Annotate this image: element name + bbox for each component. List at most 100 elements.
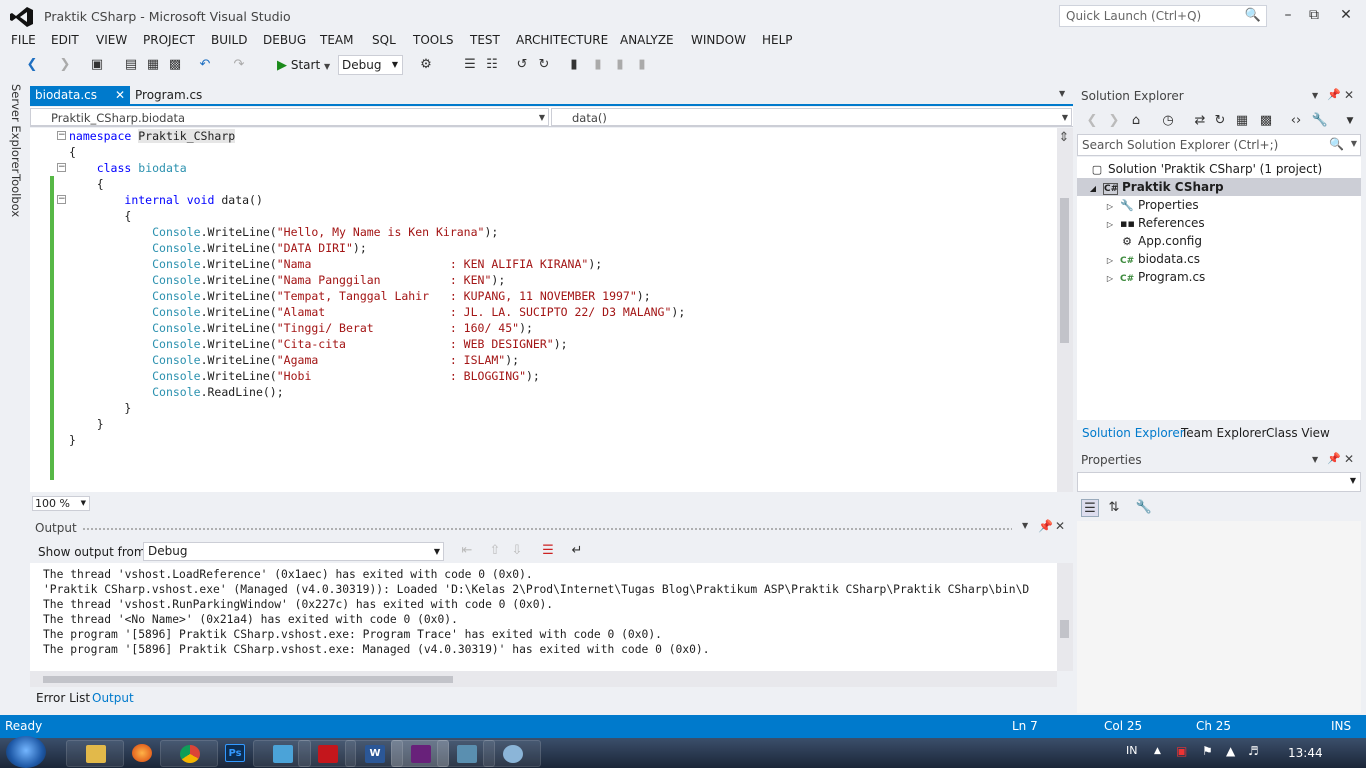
- tree-item-references[interactable]: ▷ ▪▪ References: [1104, 214, 1205, 232]
- member-dropdown[interactable]: data() ▼: [551, 108, 1072, 126]
- categorized-icon[interactable]: ☰: [1081, 499, 1099, 517]
- collapsed-triangle-icon[interactable]: ▷: [1104, 216, 1116, 234]
- align-icon[interactable]: ☰: [461, 56, 479, 74]
- taskbar-paint[interactable]: [483, 740, 541, 767]
- solution-explorer-search[interactable]: Search Solution Explorer (Ctrl+;) 🔍 ▼: [1077, 134, 1361, 156]
- format-icon[interactable]: ☷: [483, 56, 501, 74]
- split-editor-icon[interactable]: ⇕: [1057, 130, 1071, 145]
- editor-scroll-thumb[interactable]: [1060, 198, 1069, 343]
- redo-icon[interactable]: ↷: [230, 56, 248, 74]
- expanded-triangle-icon[interactable]: ◢: [1087, 180, 1099, 198]
- start-debugging-button[interactable]: ▶ Start ▼: [277, 55, 330, 75]
- save-icon[interactable]: ▦: [144, 56, 162, 74]
- tab-team-explorer[interactable]: Team Explorer: [1181, 426, 1267, 440]
- menu-view[interactable]: VIEW: [96, 33, 127, 47]
- tab-biodata-cs[interactable]: biodata.cs ✕: [30, 86, 130, 106]
- collapse-namespace-icon[interactable]: −: [57, 131, 66, 140]
- tab-program-cs[interactable]: Program.cs: [135, 86, 202, 105]
- close-icon[interactable]: ✕: [115, 86, 125, 105]
- undo-icon[interactable]: ↶: [196, 56, 214, 74]
- tree-item-program-cs[interactable]: ▷ C# Program.cs: [1104, 268, 1205, 286]
- menu-test[interactable]: TEST: [470, 33, 500, 47]
- menu-debug[interactable]: DEBUG: [263, 33, 306, 47]
- chevron-down-icon[interactable]: ▼: [1312, 91, 1318, 100]
- output-scroll-thumb[interactable]: [1060, 620, 1069, 638]
- show-hidden-icons-icon[interactable]: ▲: [1154, 746, 1161, 756]
- quick-launch-box[interactable]: Quick Launch (Ctrl+Q) 🔍: [1059, 5, 1267, 27]
- pin-icon[interactable]: 📌: [1327, 88, 1341, 101]
- signal-icon[interactable]: ▲: [1226, 744, 1235, 758]
- refresh-icon[interactable]: ↻: [1211, 112, 1229, 130]
- chevron-down-icon[interactable]: ▼: [1022, 521, 1028, 530]
- menu-build[interactable]: BUILD: [211, 33, 247, 47]
- panel-grip[interactable]: [82, 527, 1012, 531]
- close-icon[interactable]: ✕: [1344, 88, 1354, 102]
- save-all-icon[interactable]: ▩: [166, 56, 184, 74]
- collapse-all-icon[interactable]: ▦: [1233, 112, 1251, 130]
- step-icon[interactable]: ↺: [513, 56, 531, 74]
- collapsed-triangle-icon[interactable]: ▷: [1104, 270, 1116, 288]
- menu-tools[interactable]: TOOLS: [413, 33, 454, 47]
- history-icon[interactable]: ◷: [1159, 112, 1177, 130]
- menu-team[interactable]: TEAM: [320, 33, 353, 47]
- home-icon[interactable]: ⌂: [1127, 112, 1145, 130]
- word-wrap-icon[interactable]: ↵: [568, 542, 586, 560]
- close-icon[interactable]: ✕: [1344, 452, 1354, 466]
- next-bookmark-icon[interactable]: ▮: [611, 56, 629, 74]
- breakpoint-icon[interactable]: ↻: [535, 56, 553, 74]
- forward-icon[interactable]: ❯: [1105, 112, 1123, 130]
- find-message-icon[interactable]: ⇤: [458, 542, 476, 560]
- zoom-select[interactable]: 100 % ▼: [32, 496, 90, 511]
- toolbox-tab[interactable]: Toolbox: [9, 174, 23, 217]
- chevron-down-icon[interactable]: ▼: [1341, 112, 1359, 130]
- maximize-button[interactable]: ⧉: [1298, 4, 1330, 26]
- prev-bookmark-icon[interactable]: ▮: [589, 56, 607, 74]
- previous-message-icon[interactable]: ⇧: [486, 542, 504, 560]
- close-icon[interactable]: ✕: [1055, 519, 1065, 533]
- tab-output[interactable]: Output: [92, 691, 134, 705]
- output-source-select[interactable]: Debug ▼: [143, 542, 444, 561]
- output-horizontal-thumb[interactable]: [43, 676, 453, 683]
- tab-solution-explorer[interactable]: Solution Explorer: [1082, 426, 1185, 440]
- tree-item-solution[interactable]: ▢ Solution 'Praktik CSharp' (1 project): [1090, 160, 1322, 178]
- collapse-method-icon[interactable]: −: [57, 195, 66, 204]
- back-icon[interactable]: ❮: [1083, 112, 1101, 130]
- language-indicator[interactable]: IN: [1126, 744, 1137, 757]
- tab-error-list[interactable]: Error List: [36, 691, 90, 705]
- menu-window[interactable]: WINDOW: [691, 33, 746, 47]
- windows-start-icon[interactable]: [6, 736, 46, 768]
- clear-bookmarks-icon[interactable]: ▮: [633, 56, 651, 74]
- menu-edit[interactable]: EDIT: [51, 33, 79, 47]
- show-all-files-icon[interactable]: ▩: [1257, 112, 1275, 130]
- menu-analyze[interactable]: ANALYZE: [620, 33, 674, 47]
- next-message-icon[interactable]: ⇩: [508, 542, 526, 560]
- network-icon[interactable]: ▣: [1176, 744, 1187, 758]
- pin-icon[interactable]: 📌: [1038, 519, 1053, 533]
- properties-object-select[interactable]: ▼: [1077, 472, 1361, 492]
- collapse-class-icon[interactable]: −: [57, 163, 66, 172]
- clear-all-icon[interactable]: ☰: [539, 542, 557, 560]
- close-window-button[interactable]: ✕: [1330, 4, 1362, 26]
- attach-icon[interactable]: ⚙: [417, 56, 435, 74]
- sync-icon[interactable]: ⇄: [1191, 112, 1209, 130]
- menu-project[interactable]: PROJECT: [143, 33, 195, 47]
- menu-file[interactable]: FILE: [11, 33, 36, 47]
- forward-icon[interactable]: ❯: [56, 56, 74, 74]
- menu-help[interactable]: HELP: [762, 33, 793, 47]
- view-code-icon[interactable]: ‹›: [1287, 112, 1305, 130]
- tab-overflow-chevron-icon[interactable]: ▼: [1059, 89, 1065, 98]
- server-explorer-tab[interactable]: Server Explorer: [9, 84, 23, 173]
- tree-item-project[interactable]: ◢ C# Praktik CSharp: [1087, 178, 1224, 196]
- menu-architecture[interactable]: ARCHITECTURE: [516, 33, 608, 47]
- new-project-icon[interactable]: ▣: [88, 56, 106, 74]
- type-dropdown[interactable]: Praktik_CSharp.biodata ▼: [30, 108, 549, 126]
- tree-item-app-config[interactable]: ⚙ App.config: [1120, 232, 1202, 250]
- action-center-icon[interactable]: ⚑: [1202, 744, 1213, 758]
- tree-item-properties[interactable]: ▷ 🔧 Properties: [1104, 196, 1199, 214]
- tree-item-biodata-cs[interactable]: ▷ C# biodata.cs: [1104, 250, 1200, 268]
- taskbar-clock[interactable]: 13:44: [1288, 746, 1323, 760]
- pin-icon[interactable]: 📌: [1327, 452, 1341, 465]
- chevron-down-icon[interactable]: ▼: [1312, 455, 1318, 464]
- wrench-icon[interactable]: 🔧: [1311, 112, 1329, 130]
- back-icon[interactable]: ❮: [23, 56, 41, 74]
